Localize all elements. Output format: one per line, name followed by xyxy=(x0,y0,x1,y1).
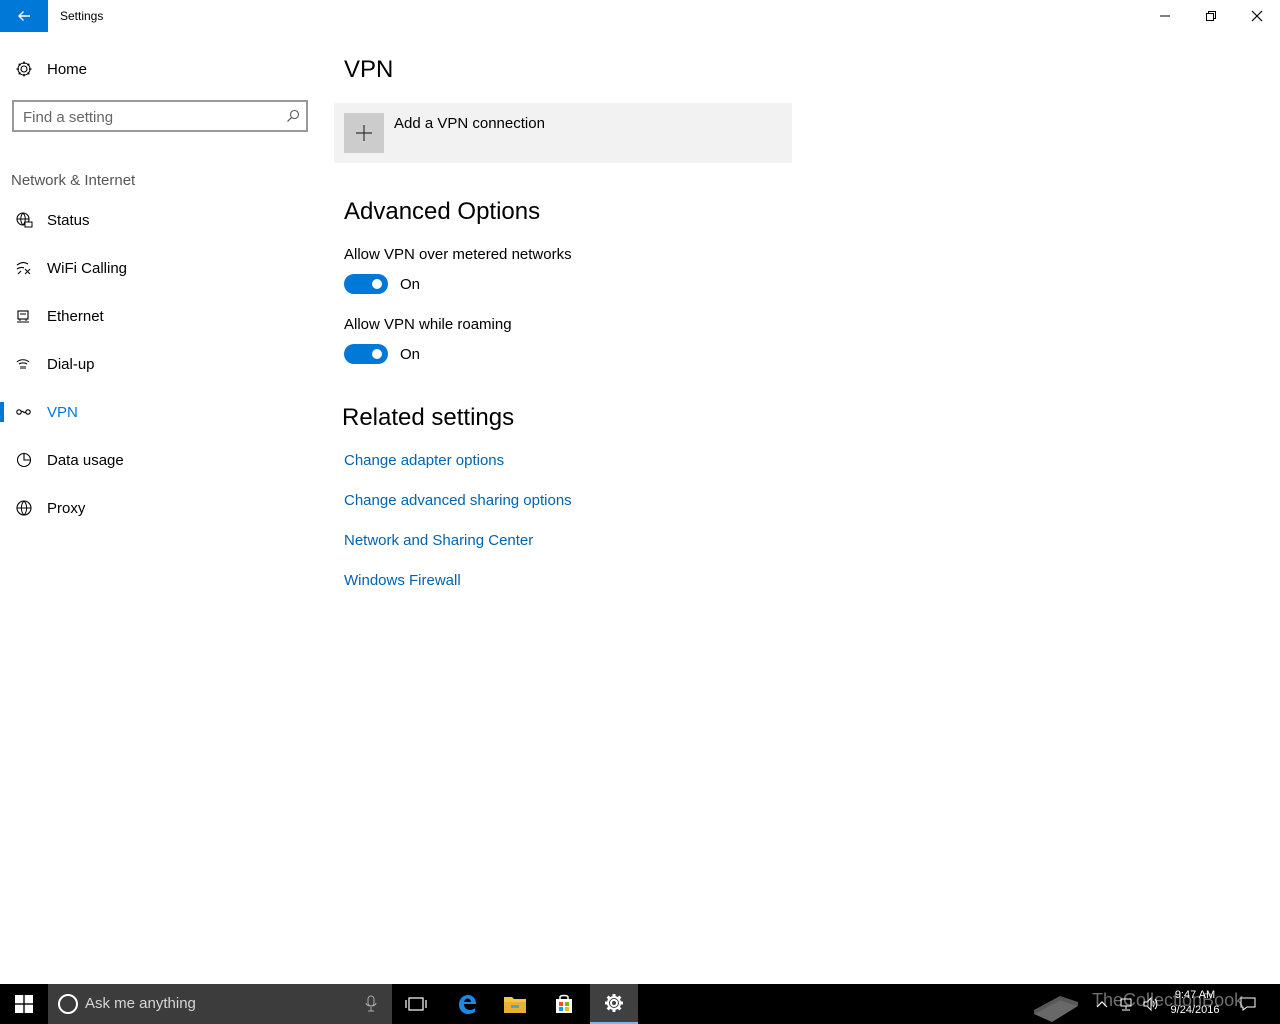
add-vpn-connection-button[interactable]: Add a VPN connection xyxy=(334,103,792,163)
clock-date: 9/24/2016 xyxy=(1170,1004,1220,1016)
chevron-up-icon xyxy=(1096,1001,1108,1008)
main-content: VPN Add a VPN connection Advanced Option… xyxy=(320,32,1280,984)
gear-icon xyxy=(605,994,623,1012)
sidebar-item-dial-up[interactable]: Dial-up xyxy=(0,344,320,384)
network-icon xyxy=(1120,998,1132,1011)
vpn-icon xyxy=(14,402,34,422)
settings-search-box[interactable] xyxy=(12,100,308,132)
action-center-button[interactable] xyxy=(1234,984,1262,1024)
globe-icon xyxy=(14,498,34,518)
sidebar-item-status[interactable]: Status xyxy=(0,200,320,240)
globe-status-icon xyxy=(14,210,34,230)
close-button[interactable] xyxy=(1234,0,1280,32)
minimize-button[interactable] xyxy=(1142,0,1188,32)
ethernet-icon xyxy=(14,306,34,326)
store-button[interactable] xyxy=(540,984,588,1024)
show-hidden-icons-button[interactable] xyxy=(1092,984,1112,1024)
cortana-search-placeholder: Ask me anything xyxy=(85,995,196,1012)
plus-icon xyxy=(344,113,384,153)
sidebar-item-data-usage[interactable]: Data usage xyxy=(0,440,320,480)
window-title: Settings xyxy=(60,9,104,23)
edge-button[interactable] xyxy=(443,984,491,1024)
metered-toggle[interactable] xyxy=(344,274,388,294)
toggle-knob xyxy=(372,349,382,359)
task-view-icon xyxy=(405,997,427,1011)
toggle-knob xyxy=(372,279,382,289)
edge-icon xyxy=(459,995,476,1014)
sidebar-item-proxy[interactable]: Proxy xyxy=(0,488,320,528)
settings-taskbar-button[interactable] xyxy=(590,984,638,1024)
sidebar: Home Network & Internet Status WiFi Call xyxy=(0,32,320,984)
title-bar: Settings xyxy=(0,0,1280,32)
restore-icon xyxy=(1206,11,1216,21)
link-change-adapter-options[interactable]: Change adapter options xyxy=(344,452,504,469)
volume-tray-button[interactable] xyxy=(1138,984,1162,1024)
sidebar-item-wifi-calling[interactable]: WiFi Calling xyxy=(0,248,320,288)
sidebar-item-label: VPN xyxy=(47,403,78,421)
file-explorer-button[interactable] xyxy=(491,984,539,1024)
sidebar-item-label: WiFi Calling xyxy=(47,259,128,277)
metered-option-label: Allow VPN over metered networks xyxy=(344,246,572,263)
search-icon[interactable] xyxy=(286,109,300,123)
link-change-advanced-sharing-options[interactable]: Change advanced sharing options xyxy=(344,492,572,509)
sidebar-item-label: Dial-up xyxy=(47,355,95,373)
metered-toggle-state: On xyxy=(400,276,421,293)
sidebar-item-label: Data usage xyxy=(47,451,124,469)
minimize-icon xyxy=(1160,15,1170,17)
windows-logo-icon xyxy=(15,995,33,1013)
gear-icon xyxy=(14,59,34,79)
dial-up-icon xyxy=(14,354,34,374)
cortana-search-box[interactable]: Ask me anything xyxy=(48,984,392,1024)
close-icon xyxy=(1251,10,1263,22)
nav-home-label: Home xyxy=(47,60,88,78)
nav-home[interactable]: Home xyxy=(0,52,320,86)
settings-search-input[interactable] xyxy=(23,107,273,127)
task-view-button[interactable] xyxy=(392,984,440,1024)
back-button[interactable] xyxy=(0,0,48,32)
sidebar-item-label: Ethernet xyxy=(47,307,104,325)
roaming-toggle-state: On xyxy=(400,346,421,363)
page-title: VPN xyxy=(344,56,394,83)
advanced-options-heading: Advanced Options xyxy=(344,198,541,225)
clock-time: 9:47 AM xyxy=(1174,989,1216,1001)
speaker-icon xyxy=(1143,996,1158,1012)
start-button[interactable] xyxy=(0,984,48,1024)
sidebar-item-ethernet[interactable]: Ethernet xyxy=(0,296,320,336)
related-settings-heading: Related settings xyxy=(342,404,515,431)
restore-button[interactable] xyxy=(1188,0,1234,32)
back-arrow-icon xyxy=(18,11,30,21)
section-heading: Network & Internet xyxy=(11,172,136,189)
folder-icon xyxy=(504,997,526,1013)
clock[interactable]: 9:47 AM 9/24/2016 xyxy=(1162,988,1228,1018)
active-indicator xyxy=(0,402,4,422)
sidebar-item-label: Proxy xyxy=(47,499,86,517)
add-vpn-label: Add a VPN connection xyxy=(394,115,545,132)
sidebar-item-vpn[interactable]: VPN xyxy=(0,392,320,432)
link-windows-firewall[interactable]: Windows Firewall xyxy=(344,572,461,589)
link-network-and-sharing-center[interactable]: Network and Sharing Center xyxy=(344,532,533,549)
sidebar-item-label: Status xyxy=(47,211,90,229)
notification-icon xyxy=(1240,997,1256,1011)
microphone-icon[interactable] xyxy=(364,995,378,1013)
store-icon xyxy=(556,994,572,1013)
wifi-calling-icon xyxy=(14,258,34,278)
cortana-icon xyxy=(58,994,78,1014)
roaming-toggle[interactable] xyxy=(344,344,388,364)
network-tray-button[interactable] xyxy=(1114,984,1138,1024)
data-usage-icon xyxy=(14,450,34,470)
book-logo-icon xyxy=(1034,996,1078,1022)
taskbar: Ask me anything TheCollectionBook 9:47 A… xyxy=(0,984,1280,1024)
roaming-option-label: Allow VPN while roaming xyxy=(344,316,512,333)
